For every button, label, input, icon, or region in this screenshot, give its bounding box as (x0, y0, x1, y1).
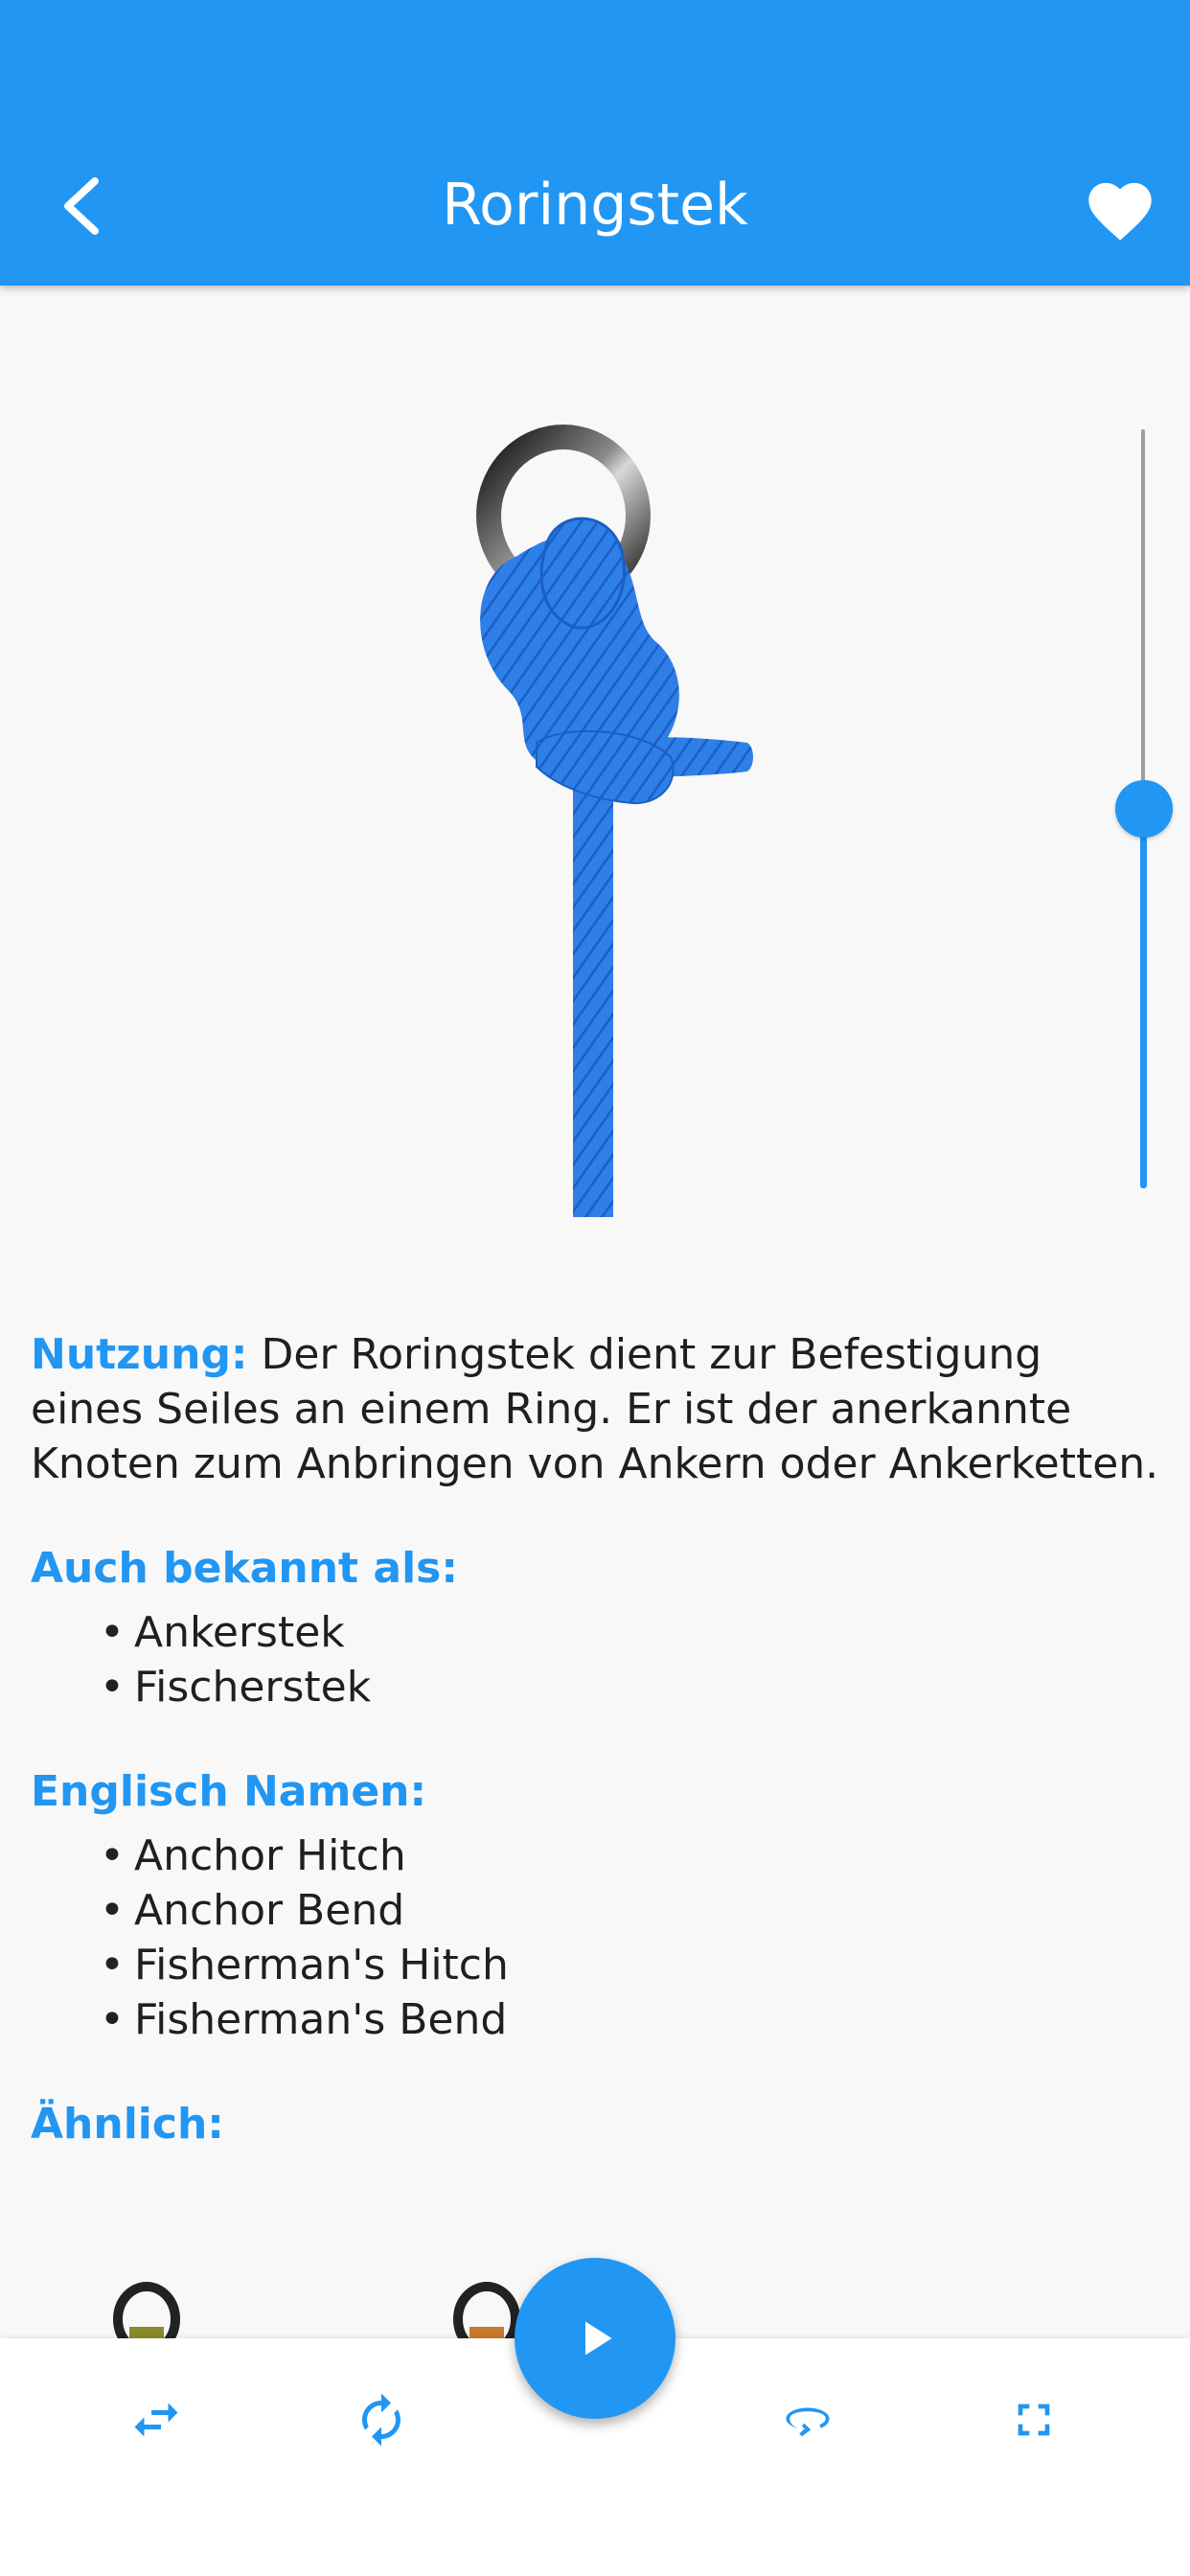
swap-arrows-icon (134, 2403, 178, 2437)
play-icon (585, 2321, 612, 2356)
heart-icon (1088, 182, 1152, 241)
app-bar: Roringstek (0, 0, 1190, 286)
list-item: Fisherman's Hitch (100, 1938, 1161, 1992)
swap-button[interactable] (113, 2377, 199, 2463)
usage-paragraph: Nutzung: Der Roringstek dient zur Befest… (31, 1327, 1161, 1491)
play-button[interactable] (515, 2258, 675, 2419)
favorite-button[interactable] (1077, 165, 1163, 251)
fullscreen-button[interactable] (991, 2377, 1077, 2463)
similar-heading: Ähnlich: (31, 2100, 224, 2149)
usage-label: Nutzung: (31, 1330, 248, 1379)
slider-track-inactive (1141, 429, 1145, 799)
english-names-list: Anchor Hitch Anchor Bend Fisherman's Hit… (31, 1828, 1161, 2047)
aka-heading: Auch bekannt als: (31, 1544, 458, 1593)
knot-detail-screen: Roringstek Nutzung: Der Roringstek dient… (0, 0, 1190, 2576)
loop-button[interactable] (765, 2377, 851, 2463)
slider-track-active (1140, 803, 1147, 1188)
list-item: Fischerstek (100, 1660, 1161, 1714)
knot-description: Nutzung: Der Roringstek dient zur Befest… (31, 1327, 1161, 2151)
loop-icon (786, 2407, 830, 2437)
list-item: Fisherman's Bend (100, 1992, 1161, 2047)
animation-step-slider[interactable] (1102, 422, 1186, 1188)
rotate-button[interactable] (338, 2377, 424, 2463)
knot-illustration (450, 402, 767, 1227)
page-title: Roringstek (442, 172, 748, 239)
slider-thumb[interactable] (1115, 780, 1173, 838)
list-item: Anchor Hitch (100, 1828, 1161, 1883)
english-names-heading: Englisch Namen: (31, 1767, 427, 1816)
aka-list: Ankerstek Fischerstek (31, 1605, 1161, 1714)
rotate-icon (362, 2393, 400, 2447)
list-item: Ankerstek (100, 1605, 1161, 1660)
list-item: Anchor Bend (100, 1883, 1161, 1938)
fullscreen-icon (1018, 2404, 1050, 2436)
